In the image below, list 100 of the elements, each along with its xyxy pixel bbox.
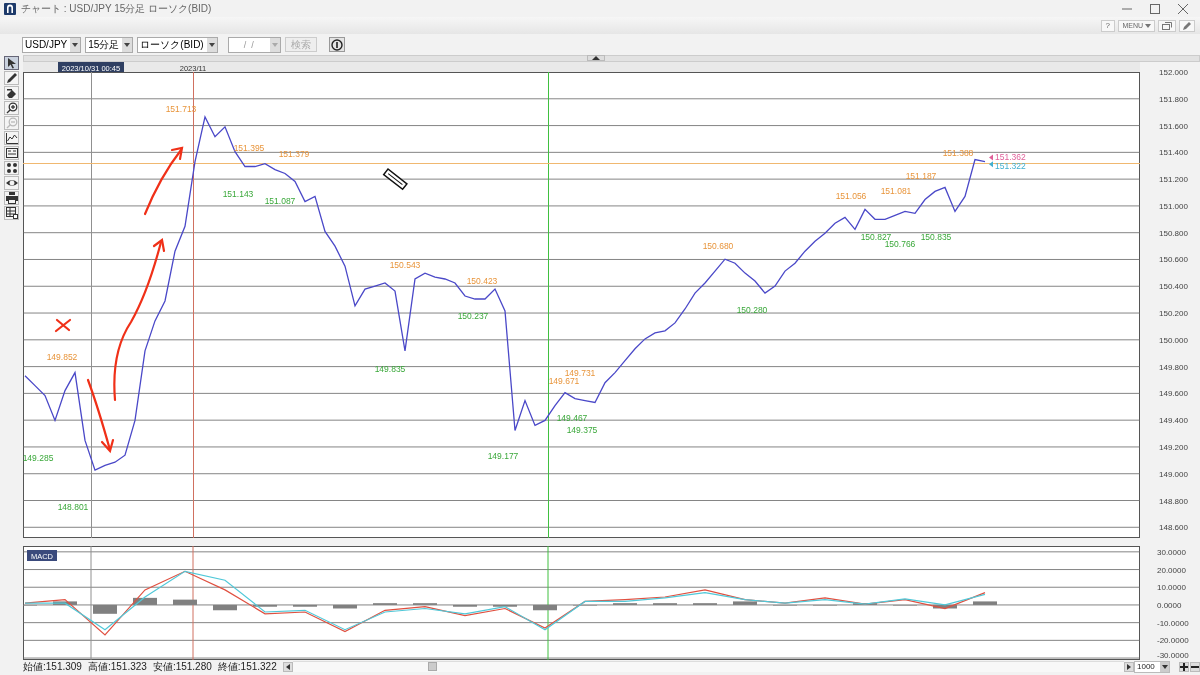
tool-button[interactable] — [4, 191, 19, 205]
caret-icon — [1145, 23, 1151, 28]
axis-label: 148.800 — [1159, 496, 1188, 506]
maximize-icon — [1150, 3, 1160, 14]
low-label: 148.801 — [57, 502, 89, 513]
tool-button[interactable] — [4, 71, 19, 85]
zoom-out-icon — [5, 117, 18, 129]
low-label: 149.467 — [556, 413, 588, 424]
caret-icon — [271, 42, 278, 47]
axis-label: -30.0000 — [1157, 650, 1189, 660]
price-reading: 始値:151.309 — [23, 659, 82, 674]
pencil-icon — [5, 72, 18, 84]
plus-icon — [1180, 662, 1188, 671]
tool-button[interactable] — [4, 86, 19, 100]
up-arrow-icon — [592, 56, 600, 60]
line-chart-icon — [5, 132, 18, 144]
axis-label: 150.600 — [1159, 255, 1188, 265]
printer-icon — [5, 192, 18, 204]
low-label: 149.177 — [487, 451, 519, 462]
window-button[interactable] — [1158, 19, 1176, 32]
axis-label: 150.200 — [1159, 309, 1188, 319]
axis-label: 148.600 — [1159, 523, 1188, 533]
tool-button[interactable] — [4, 56, 19, 70]
timeframe-select[interactable]: 15分足 — [85, 36, 134, 53]
tool-button[interactable] — [4, 161, 19, 175]
caret-icon — [72, 42, 79, 47]
axis-label: 0.0000 — [1157, 600, 1182, 610]
price-tag: 151.362 — [995, 152, 1026, 163]
high-label: 150.423 — [466, 276, 498, 287]
high-label: 150.543 — [389, 260, 421, 271]
window-title: チャート : USD/JPY 15分足 ローソク(BID) — [21, 1, 212, 16]
price-reading: 安値:151.280 — [152, 659, 212, 674]
tool-button[interactable] — [4, 206, 19, 220]
pointer-icon — [5, 57, 18, 69]
high-label: 151.388 — [942, 147, 974, 158]
high-label: 149.852 — [46, 351, 78, 362]
right-arrow-icon — [1127, 663, 1131, 670]
minus-icon — [1191, 665, 1199, 668]
low-label: 149.835 — [374, 363, 406, 374]
help-button[interactable]: ? — [1101, 19, 1116, 32]
minimize-icon — [1122, 7, 1132, 10]
eraser-icon — [5, 87, 18, 99]
hand-drawn-arrow — [143, 146, 184, 216]
pen-icon — [1183, 21, 1191, 30]
scroll-left-button[interactable] — [282, 661, 293, 672]
high-label: 150.680 — [702, 241, 734, 252]
price-reading: 高値:151.323 — [87, 659, 147, 674]
hand-drawn-cross — [54, 318, 72, 333]
chart-type-select[interactable]: ローソク(BID) — [137, 36, 218, 53]
high-label: 151.187 — [905, 170, 937, 181]
tool-button[interactable] — [4, 146, 19, 160]
info-button[interactable] — [328, 37, 345, 52]
bar-count-select[interactable]: 1000 — [1134, 660, 1170, 673]
eye-icon — [5, 177, 18, 189]
axis-label: 151.000 — [1159, 201, 1188, 211]
axis-label: 150.800 — [1159, 228, 1188, 238]
high-label: 151.395 — [233, 143, 265, 154]
axis-label: 149.800 — [1159, 362, 1188, 372]
scroll-right-button[interactable] — [1124, 661, 1134, 672]
high-label: 151.081 — [880, 186, 912, 197]
axis-label: 151.800 — [1159, 94, 1188, 104]
axis-label: 30.0000 — [1157, 547, 1186, 557]
low-label: 151.143 — [222, 189, 254, 200]
axis-label: 149.600 — [1159, 389, 1188, 399]
high-label: 151.379 — [278, 148, 310, 159]
scroll-thumb[interactable] — [427, 662, 437, 671]
windows-icon — [1162, 21, 1172, 30]
low-label: 151.087 — [264, 196, 296, 207]
low-label: 150.835 — [920, 232, 952, 243]
axis-label: 150.000 — [1159, 335, 1188, 345]
table-icon — [5, 207, 18, 219]
low-label: 149.375 — [566, 425, 598, 436]
high-label: 149.671 — [548, 375, 580, 386]
edit-button[interactable] — [1179, 19, 1195, 32]
axis-label: -10.0000 — [1157, 618, 1189, 628]
caret-icon — [124, 42, 131, 47]
axis-label: 152.000 — [1159, 68, 1188, 77]
app-icon — [4, 2, 16, 15]
price-tag: 151.322 — [995, 160, 1026, 171]
zoom-in-button[interactable] — [1179, 661, 1189, 672]
low-label: 150.280 — [736, 304, 768, 315]
tool-button[interactable] — [4, 176, 19, 190]
axis-label: 151.200 — [1159, 175, 1188, 185]
low-label: 150.237 — [457, 311, 489, 321]
symbol-select[interactable]: USD/JPY — [22, 36, 82, 53]
caret-icon — [208, 42, 215, 47]
axis-label: 149.200 — [1159, 442, 1188, 452]
axis-label: 149.400 — [1159, 416, 1188, 426]
axis-label: 10.0000 — [1157, 583, 1186, 593]
zoom-in-icon — [5, 102, 18, 114]
tool-button[interactable] — [4, 101, 19, 115]
tool-button[interactable] — [4, 131, 19, 145]
axis-label: 149.000 — [1159, 469, 1188, 479]
info-icon — [330, 38, 343, 51]
zoom-out-button[interactable] — [1190, 661, 1200, 672]
text-box-icon — [5, 147, 18, 159]
axis-label: 151.600 — [1159, 121, 1188, 131]
dots-icon — [5, 162, 18, 174]
collapse-handle[interactable] — [587, 55, 605, 61]
high-label: 149.731 — [564, 367, 596, 378]
